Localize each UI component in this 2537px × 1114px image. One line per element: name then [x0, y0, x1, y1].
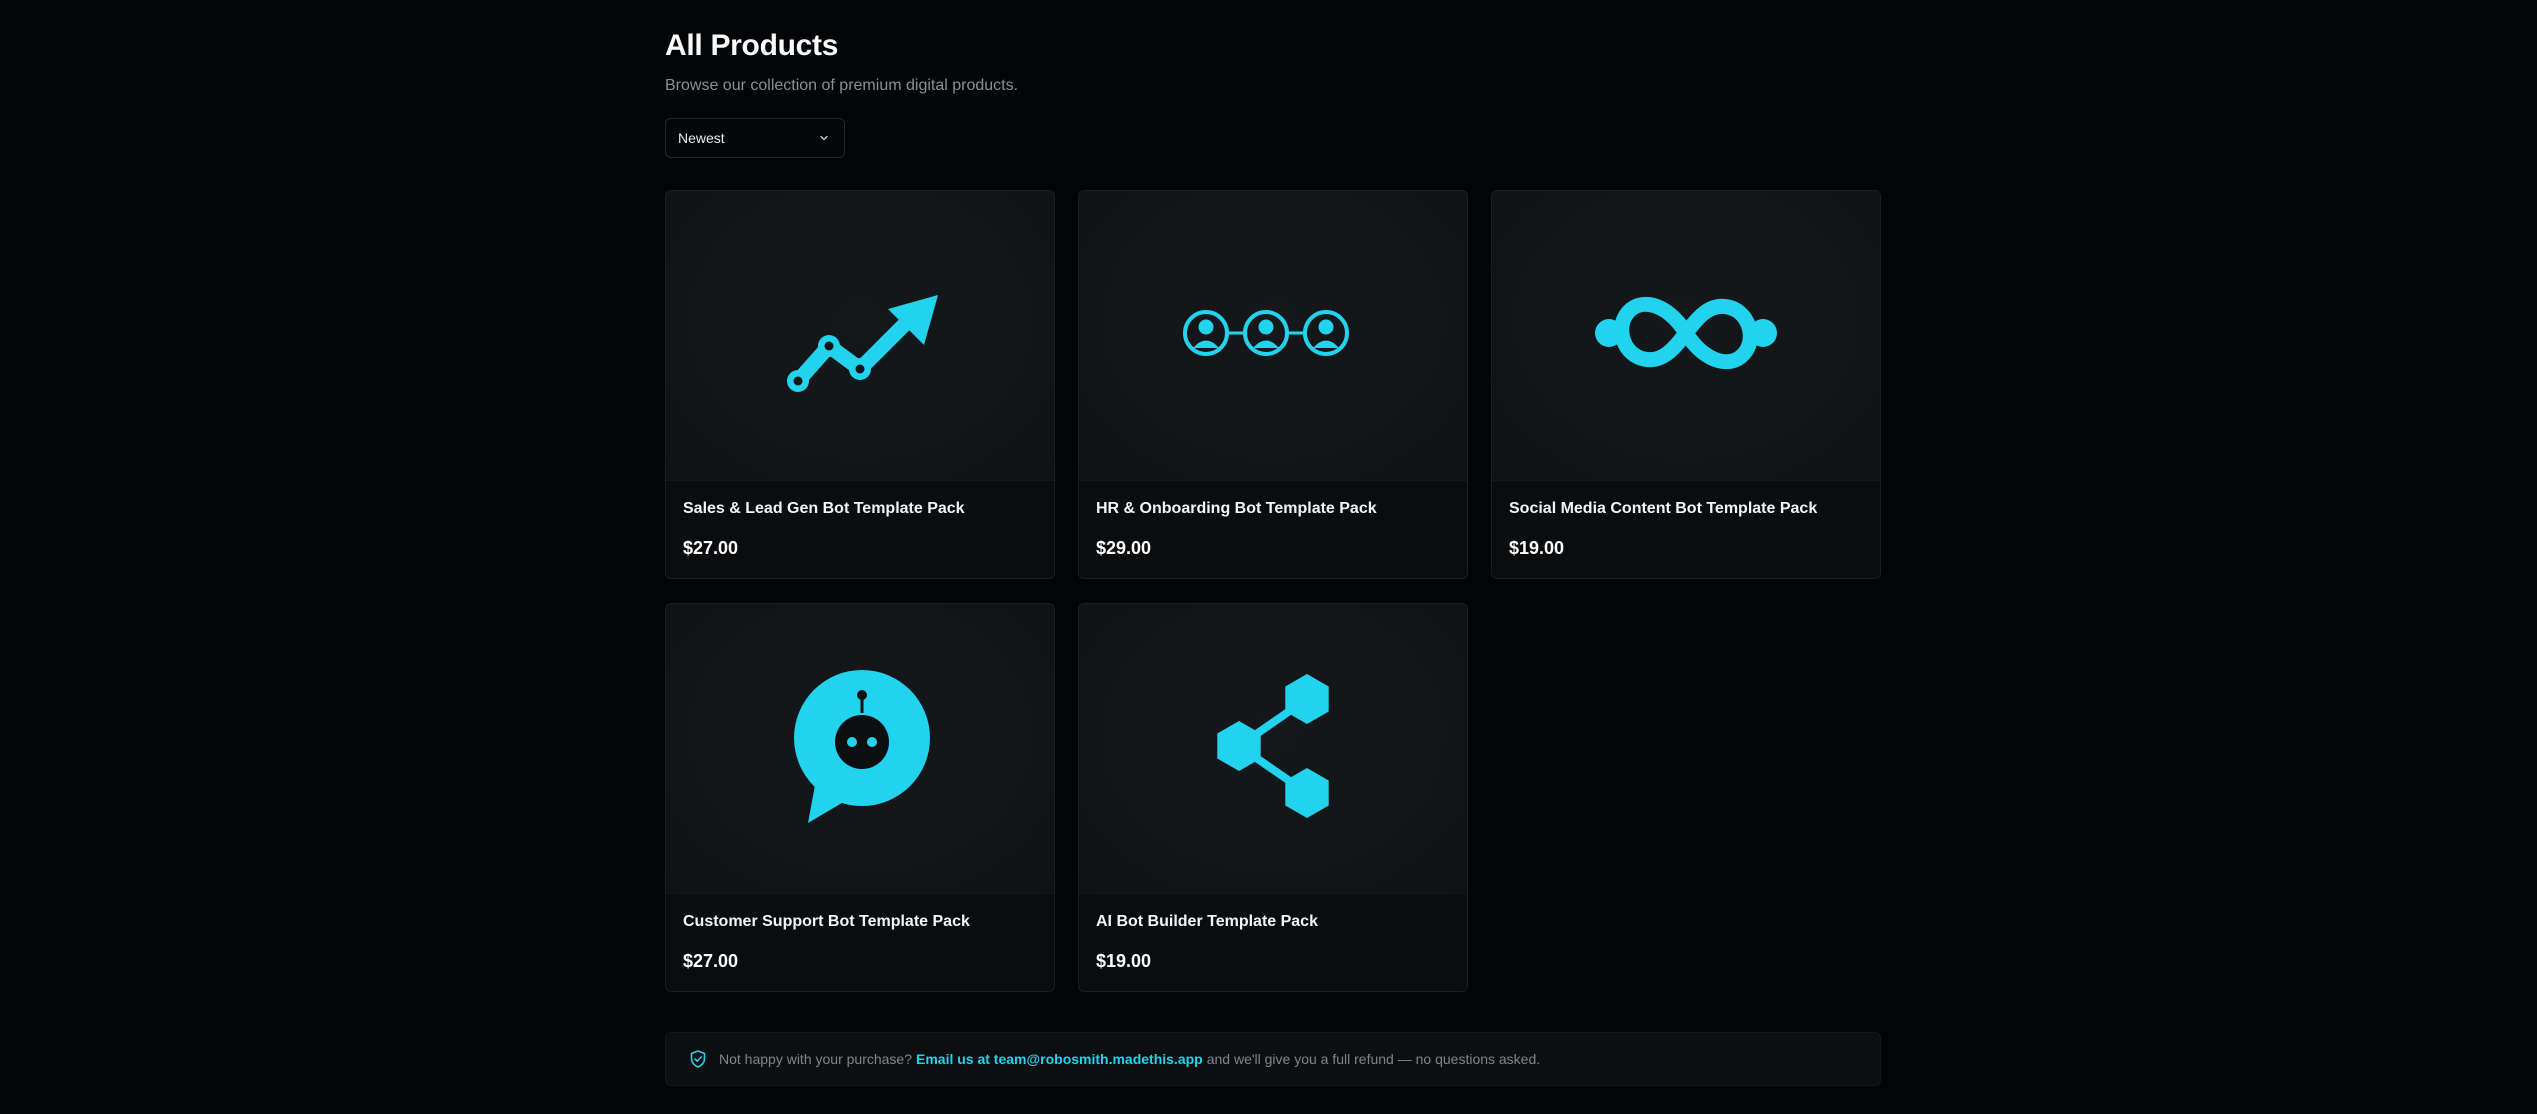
sort-selected-value: Newest	[678, 130, 725, 146]
product-name: Customer Support Bot Template Pack	[683, 913, 970, 930]
sort-dropdown[interactable]: Newest	[665, 118, 845, 158]
refund-email-link[interactable]: Email us at team@robosmith.madethis.app	[916, 1051, 1203, 1067]
product-price: $29.00	[1096, 538, 1152, 558]
product-card[interactable]: HR & Onboarding Bot Template Pack $29.00	[1078, 190, 1468, 579]
product-price: $27.00	[683, 538, 739, 558]
product-name: Sales & Lead Gen Bot Template Pack	[683, 500, 965, 517]
product-card[interactable]: AI Bot Builder Template Pack $19.00	[1078, 603, 1468, 992]
product-grid: Sales & Lead Gen Bot Template Pack $27.0…	[665, 190, 1881, 992]
product-price: $27.00	[683, 951, 739, 971]
refund-notice-suffix: and we'll give you a full refund — no qu…	[1206, 1051, 1541, 1067]
product-image	[666, 604, 1054, 894]
product-image	[1079, 191, 1467, 481]
product-card[interactable]: Customer Support Bot Template Pack $27.0…	[665, 603, 1055, 992]
product-price: $19.00	[1509, 538, 1565, 558]
product-name: HR & Onboarding Bot Template Pack	[1096, 500, 1377, 517]
product-image	[666, 191, 1054, 481]
page-subtitle: Browse our collection of premium digital…	[665, 77, 1019, 94]
product-name: Social Media Content Bot Template Pack	[1509, 500, 1818, 517]
people-network-icon	[1183, 303, 1363, 368]
hexagon-share-icon	[1203, 671, 1343, 826]
trending-up-chart-icon	[760, 253, 960, 418]
infinity-loop-icon	[1586, 283, 1786, 388]
chevron-down-icon	[818, 132, 830, 144]
shield-check-icon	[688, 1049, 708, 1069]
refund-notice-prefix: Not happy with your purchase?	[719, 1051, 912, 1067]
product-name: AI Bot Builder Template Pack	[1096, 913, 1318, 930]
product-card[interactable]: Social Media Content Bot Template Pack $…	[1491, 190, 1881, 579]
product-price: $19.00	[1096, 951, 1152, 971]
product-image	[1492, 191, 1880, 481]
product-image	[1079, 604, 1467, 894]
refund-notice: Not happy with your purchase? Email us a…	[665, 1032, 1881, 1086]
page-title: All Products	[665, 29, 839, 62]
product-card[interactable]: Sales & Lead Gen Bot Template Pack $27.0…	[665, 190, 1055, 579]
products-page: All Products Browse our collection of pr…	[665, 0, 1881, 1086]
robot-chat-bubble-icon	[780, 661, 940, 836]
